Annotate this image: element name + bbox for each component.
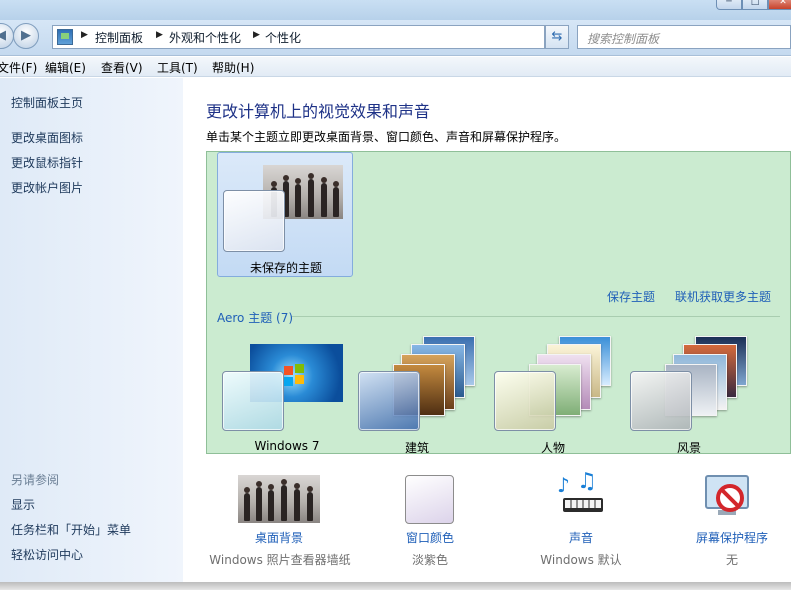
window-color-glass-icon xyxy=(223,190,285,252)
theme-list: 未保存的主题 保存主题 联机获取更多主题 Aero 主题 (7) Windows… xyxy=(206,151,791,455)
window-color-value: 淡紫色 xyxy=(411,553,448,567)
change-mouse-pointers-link[interactable]: 更改鼠标指针 xyxy=(11,154,83,171)
desktop-background-value: Windows 照片查看器墙纸 xyxy=(209,553,351,567)
minimize-button[interactable]: ─ xyxy=(716,0,742,10)
page-description: 单击某个主题立即更改桌面背景、窗口颜色、声音和屏幕保护程序。 xyxy=(206,130,567,144)
control-panel-icon xyxy=(57,29,73,45)
window-color-glass-icon xyxy=(358,371,420,431)
maximize-button[interactable]: □ xyxy=(742,0,768,10)
theme-label: 风景 xyxy=(676,441,701,455)
screen-saver-icon[interactable] xyxy=(702,472,754,524)
menu-file[interactable]: 文件(F) xyxy=(0,59,37,76)
title-bar: ─ □ ✕ xyxy=(0,0,791,20)
taskbar-start-menu-link[interactable]: 任务栏和「开始」菜单 xyxy=(11,521,131,538)
desktop-background-thumbnail[interactable] xyxy=(238,475,320,523)
theme-landscapes[interactable]: 风景 xyxy=(625,336,755,455)
search-input[interactable]: 搜索控制面板 xyxy=(577,25,791,49)
theme-windows-7[interactable]: Windows 7 xyxy=(217,336,347,454)
breadcrumb-separator-icon[interactable]: ▶ xyxy=(253,30,260,40)
svg-text:♪: ♪ xyxy=(557,473,570,497)
menu-help[interactable]: 帮助(H) xyxy=(212,59,254,76)
sounds-music-icon[interactable]: ♪ ♫ xyxy=(555,470,607,522)
aero-themes-heading: Aero 主题 (7) xyxy=(217,311,294,325)
screen-saver-value: 无 xyxy=(725,553,738,567)
theme-unsaved[interactable]: 未保存的主题 xyxy=(217,152,353,277)
menu-edit[interactable]: 编辑(E) xyxy=(45,59,86,76)
desktop-background-link[interactable]: 桌面背景 xyxy=(229,529,329,546)
display-link[interactable]: 显示 xyxy=(11,496,35,513)
svg-text:♫: ♫ xyxy=(577,470,597,494)
window-color-link[interactable]: 窗口颜色 xyxy=(380,529,480,546)
screen-saver-link[interactable]: 屏幕保护程序 xyxy=(682,529,782,546)
breadcrumb-appearance[interactable]: 外观和个性化 xyxy=(169,29,241,46)
get-more-themes-link[interactable]: 联机获取更多主题 xyxy=(675,288,771,305)
breadcrumb-personalization[interactable]: 个性化 xyxy=(265,29,301,46)
save-theme-link[interactable]: 保存主题 xyxy=(607,288,655,305)
address-bar[interactable]: ▶ 控制面板 ▶ 外观和个性化 ▶ 个性化 ▼ xyxy=(52,25,591,49)
back-button[interactable]: ◀ xyxy=(0,23,14,49)
left-task-pane: 控制面板主页 更改桌面图标 更改鼠标指针 更改帐户图片 另请参阅 显示 任务栏和… xyxy=(0,78,183,582)
theme-label: 建筑 xyxy=(404,441,429,455)
close-button[interactable]: ✕ xyxy=(768,0,791,10)
window-color-glass-icon xyxy=(630,371,692,431)
theme-label: 人物 xyxy=(540,441,565,455)
window-color-glass-icon xyxy=(222,371,284,431)
theme-label: Windows 7 xyxy=(254,439,320,453)
menu-tools[interactable]: 工具(T) xyxy=(157,59,198,76)
ease-of-access-link[interactable]: 轻松访问中心 xyxy=(11,546,83,563)
page-title: 更改计算机上的视觉效果和声音 xyxy=(206,102,431,121)
window-color-glass-icon xyxy=(494,371,556,431)
menu-view[interactable]: 查看(V) xyxy=(101,59,143,76)
breadcrumb-control-panel[interactable]: 控制面板 xyxy=(95,29,143,46)
address-toolbar: ◀ ▶ ▶ 控制面板 ▶ 外观和个性化 ▶ 个性化 ▼ ⇆ 搜索控制面板 xyxy=(0,20,791,56)
change-desktop-icons-link[interactable]: 更改桌面图标 xyxy=(11,129,83,146)
section-divider xyxy=(292,316,780,317)
control-panel-home-link[interactable]: 控制面板主页 xyxy=(11,94,83,111)
menu-bar: 文件(F) 编辑(E) 查看(V) 工具(T) 帮助(H) xyxy=(0,57,791,77)
breadcrumb-separator-icon[interactable]: ▶ xyxy=(81,30,88,40)
forward-button[interactable]: ▶ xyxy=(13,23,39,49)
window-bottom-edge xyxy=(0,582,791,590)
see-also-heading: 另请参阅 xyxy=(11,473,60,487)
theme-characters[interactable]: 人物 xyxy=(489,336,619,455)
change-account-picture-link[interactable]: 更改帐户图片 xyxy=(11,179,83,196)
sounds-link[interactable]: 声音 xyxy=(531,529,631,546)
breadcrumb-separator-icon[interactable]: ▶ xyxy=(156,30,163,40)
theme-label: 未保存的主题 xyxy=(249,261,322,275)
refresh-button[interactable]: ⇆ xyxy=(545,25,569,49)
search-placeholder: 搜索控制面板 xyxy=(587,32,660,46)
sounds-value: Windows 默认 xyxy=(540,553,622,567)
window-color-swatch-icon[interactable] xyxy=(405,475,454,524)
theme-architecture[interactable]: 建筑 xyxy=(353,336,483,455)
